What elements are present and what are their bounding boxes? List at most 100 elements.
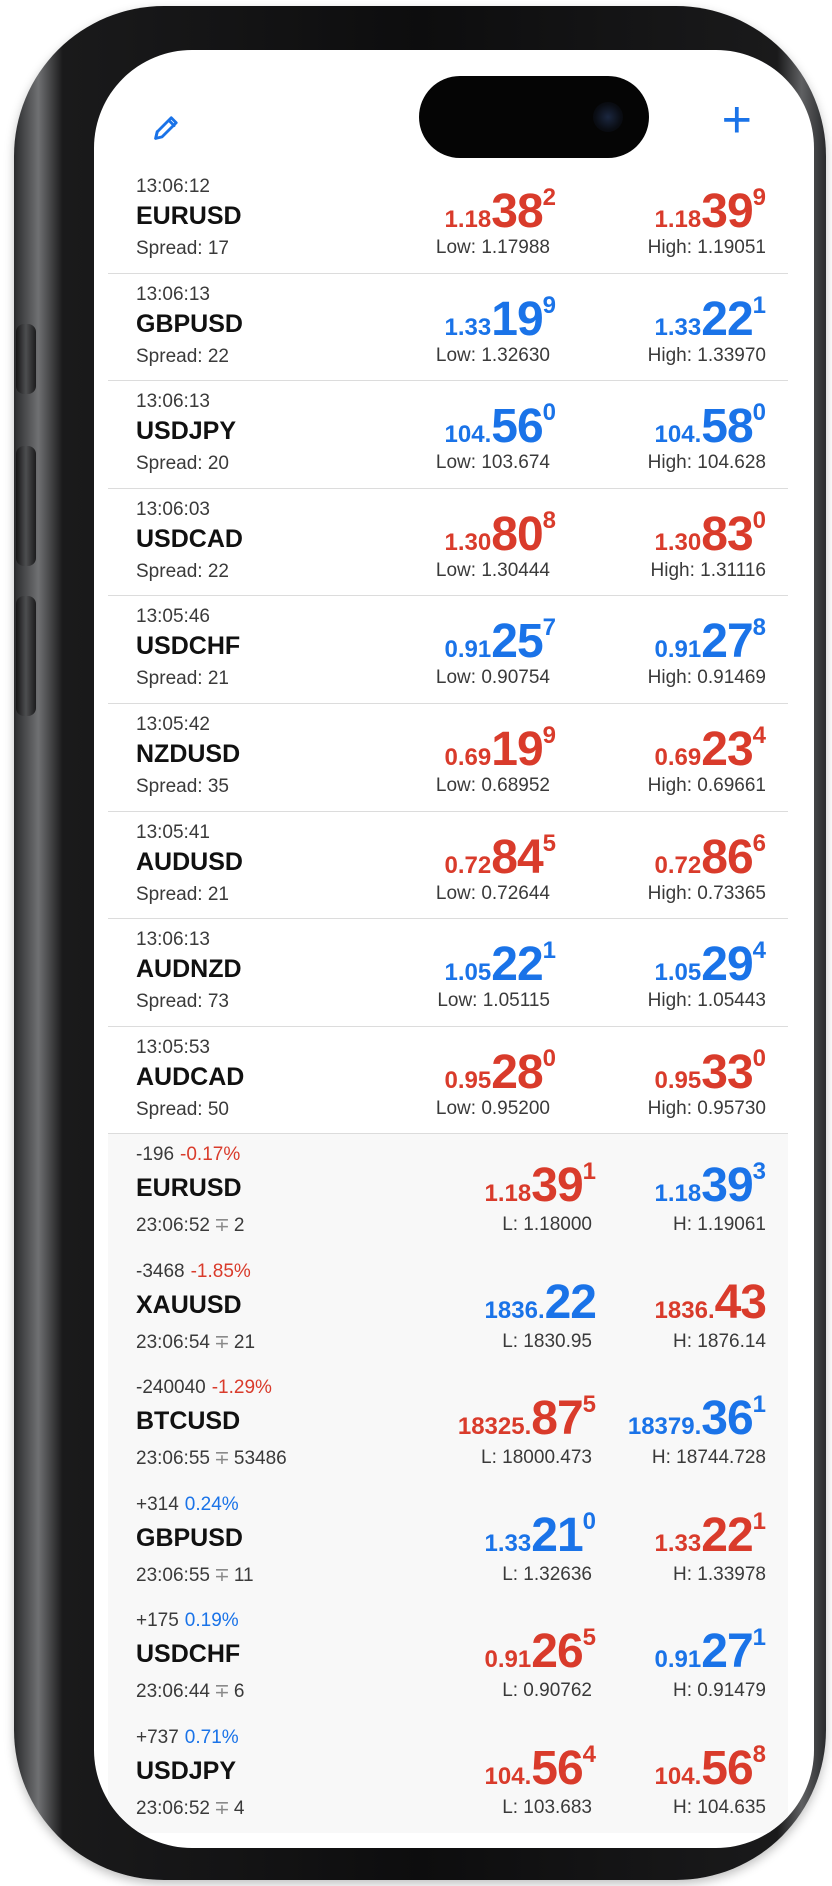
symbol-name: BTCUSD: [136, 1407, 241, 1436]
high-label: High: 1.05443: [647, 990, 766, 1012]
price-fraction: 4: [582, 1740, 596, 1768]
pencil-icon[interactable]: [150, 110, 184, 151]
quote-time: 13:06:03: [136, 498, 210, 520]
price-pips: 22: [491, 938, 543, 992]
high-label: High: 1.31116: [650, 559, 767, 581]
market-row[interactable]: +314 0.24% GBPUSD 23:06:55 ∓ 11 1.33210 1.33221…: [108, 1483, 788, 1601]
p2-price[interactable]: 1.18393: [655, 1159, 766, 1213]
p2-price[interactable]: 0.91271: [654, 1625, 766, 1679]
p2-price[interactable]: 1.33221: [655, 293, 766, 344]
p1-price[interactable]: 104.560: [444, 400, 556, 454]
price-pips: 43: [714, 1275, 767, 1329]
link-icon: ∓: [213, 1215, 230, 1237]
quote-row[interactable]: 13:06:13 GBPUSD Spread: 22 1.33199 1.33221 Lo…: [108, 273, 788, 382]
add-symbol-button[interactable]: +: [722, 94, 752, 146]
price-prefix: 0.91: [654, 1646, 702, 1674]
row-count: 53486: [233, 1448, 287, 1470]
market-row[interactable]: +175 0.19% USDCHF 23:06:44 ∓ 6 0.91265 0.91271 L…: [108, 1600, 788, 1717]
row-meta: 23:06:55 ∓ 53486: [136, 1447, 287, 1470]
price-pips: 56: [491, 400, 543, 454]
price-fraction: 0: [752, 506, 766, 534]
market-row[interactable]: -240040 -1.29% BTCUSD 23:06:55 ∓ 53486 18325.8…: [108, 1367, 788, 1484]
p2-price[interactable]: 1.33221: [655, 1509, 766, 1560]
price-fraction: 7: [542, 614, 556, 642]
change-percent: 0.19%: [184, 1610, 239, 1632]
p2-price[interactable]: 0.69234: [655, 723, 766, 774]
price-pips: 36: [701, 1392, 753, 1446]
dynamic-island: [419, 76, 649, 158]
price-prefix: 1.33: [444, 313, 492, 341]
p2-price[interactable]: 1.05294: [655, 938, 766, 992]
change-label: -240040 -1.29%: [136, 1377, 272, 1399]
quote-row[interactable]: 13:05:46 USDCHF Spread: 21 0.91257 0.91278 Lo…: [108, 596, 788, 704]
price-prefix: 0.91: [654, 636, 702, 664]
link-icon: ∓: [213, 1564, 230, 1586]
price-fraction: 9: [542, 291, 556, 319]
price-prefix: 104.: [654, 421, 702, 449]
low-label: Low: 0.95200: [435, 1097, 550, 1119]
p1-price[interactable]: 0.69199: [445, 723, 556, 774]
p1-price[interactable]: 1.30808: [445, 508, 556, 559]
p2-price[interactable]: 0.91278: [654, 616, 766, 666]
price-pips: 39: [701, 1159, 753, 1213]
high-label: High: 0.73365: [647, 882, 766, 904]
p1-price[interactable]: 1.18382: [445, 186, 556, 236]
price-prefix: 0.72: [444, 851, 492, 879]
p1-price[interactable]: 0.95280: [445, 1046, 556, 1097]
symbol-name: USDCHF: [136, 632, 241, 661]
p2-price[interactable]: 104.580: [654, 401, 766, 451]
p1-price[interactable]: 1.18391: [485, 1160, 596, 1210]
spread-label: Spread: 22: [136, 345, 229, 367]
price-prefix: 1836.: [484, 1296, 545, 1324]
price-fraction: 2: [542, 184, 556, 211]
change-percent: 0.24%: [184, 1493, 239, 1515]
link-icon: ∓: [213, 1797, 230, 1819]
change-percent: -1.29%: [211, 1377, 272, 1399]
p2-price[interactable]: 1836.43: [655, 1275, 767, 1329]
p2-price[interactable]: 0.72866: [654, 831, 766, 882]
quote-row[interactable]: 13:06:13 AUDNZD Spread: 73 1.05221 1.05294 Lo…: [108, 919, 788, 1027]
p1-price[interactable]: 1.05221: [445, 938, 556, 992]
quote-row[interactable]: 13:05:53 AUDCAD Spread: 50 0.95280 0.95330 Lo…: [108, 1026, 788, 1135]
quote-row[interactable]: 13:05:42 NZDUSD Spread: 35 0.69199 0.69234 Lo…: [108, 703, 788, 812]
p1-price[interactable]: 1.33210: [484, 1509, 596, 1560]
p1-price[interactable]: 0.91257: [445, 616, 556, 666]
price-prefix: 0.91: [484, 1646, 532, 1674]
price-pips: 56: [531, 1741, 583, 1795]
spread-label: Spread: 22: [136, 560, 229, 582]
row-count: 11: [233, 1564, 254, 1586]
low-label: L: 1830.95: [502, 1330, 592, 1352]
p2-price[interactable]: 0.95330: [655, 1046, 766, 1097]
price-prefix: 104.: [444, 421, 492, 449]
market-row[interactable]: -196 -0.17% EURUSD 23:06:52 ∓ 2 1.18391 1.18393…: [108, 1134, 788, 1251]
p2-price[interactable]: 1.30830: [655, 508, 766, 559]
p1-price[interactable]: 1836.22: [484, 1278, 597, 1327]
high-label: High: 0.69661: [647, 774, 766, 796]
price-prefix: 1.18: [654, 206, 702, 233]
link-icon: ∓: [213, 1331, 230, 1353]
p2-price[interactable]: 104.568: [655, 1742, 766, 1793]
price-pips: 29: [701, 938, 753, 992]
change-label: -196 -0.17%: [136, 1144, 240, 1166]
low-label: Low: 1.17988: [435, 237, 550, 258]
p1-price[interactable]: 0.91265: [484, 1626, 596, 1676]
quote-row[interactable]: 13:06:13 USDJPY Spread: 20 104.560 104.580 Lo…: [108, 381, 788, 489]
low-label: Low: 0.68952: [435, 774, 550, 796]
p1-price[interactable]: 0.72845: [444, 831, 556, 882]
market-row[interactable]: -3468 -1.85% XAUUSD 23:06:54 ∓ 21 1836.22 1836.…: [108, 1250, 788, 1368]
p2-price[interactable]: 18379.361: [627, 1392, 766, 1446]
price-prefix: 18379.: [627, 1413, 702, 1441]
p1-price[interactable]: 1.33199: [444, 293, 556, 344]
market-row[interactable]: +737 0.71% USDJPY 23:06:52 ∓ 4 104.564 104.568 L…: [108, 1716, 788, 1834]
p1-price[interactable]: 104.564: [485, 1741, 596, 1795]
quote-row[interactable]: 13:05:41 AUDUSD Spread: 21 0.72845 0.72866 Lo…: [108, 811, 788, 920]
quote-row[interactable]: 13:06:12 EURUSD Spread: 17 1.18382 1.18399 Lo…: [108, 166, 788, 274]
price-pips: 27: [701, 1625, 753, 1679]
price-prefix: 0.72: [654, 851, 702, 879]
row-count: 2: [233, 1215, 245, 1237]
price-fraction: 6: [752, 829, 766, 857]
p1-price[interactable]: 18325.875: [458, 1393, 596, 1443]
p2-price[interactable]: 1.18399: [654, 186, 766, 236]
quote-row[interactable]: 13:06:03 USDCAD Spread: 22 1.30808 1.30830 Lo…: [108, 488, 788, 597]
price-prefix: 1.33: [484, 1529, 532, 1557]
